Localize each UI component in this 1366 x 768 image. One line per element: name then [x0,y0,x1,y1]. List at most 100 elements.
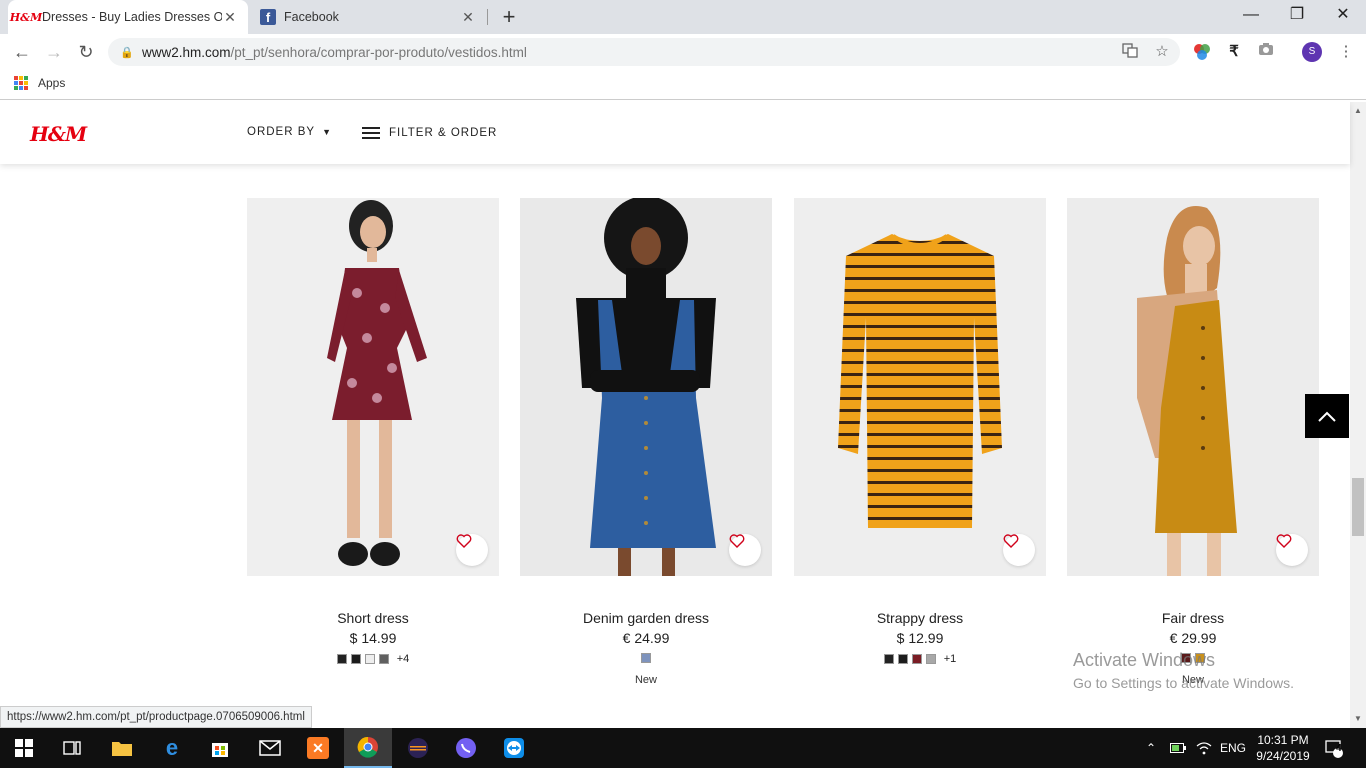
tab-hm-dresses[interactable]: H&M Dresses - Buy Ladies Dresses Onl ✕ [8,0,248,34]
chrome-icon [357,736,378,758]
back-to-top-button[interactable] [1305,394,1349,438]
color-swatch[interactable] [925,654,936,664]
tab-facebook[interactable]: f Facebook ✕ [250,0,486,34]
close-tab-icon[interactable]: ✕ [460,9,476,26]
scrollbar-thumb[interactable] [1352,478,1364,536]
clock-time: 10:31 PM [1257,733,1309,747]
filter-sliders-icon [362,126,380,140]
chrome-button[interactable] [344,728,392,768]
scroll-down-arrow-icon[interactable]: ▼ [1354,714,1362,723]
viber-button[interactable] [442,728,490,768]
page-viewport: H&M ORDER BY ▼ FILTER & ORDER Short dres… [0,102,1366,728]
lock-icon: 🔒 [120,46,134,59]
forward-button[interactable]: → [42,40,66,64]
store-bag-icon [212,743,228,757]
product-price: € 29.99 [1169,630,1217,646]
heart-icon [1003,534,1019,548]
eclipse-button[interactable] [394,728,442,768]
color-swatch[interactable] [336,654,347,664]
apps-grid-icon [14,76,28,90]
product-image[interactable] [794,198,1046,576]
clock-date: 9/24/2019 [1256,749,1310,763]
chevron-up-icon [1318,411,1336,422]
rupee-extension-icon[interactable]: ₹ [1224,42,1244,62]
color-extension-icon[interactable] [1192,42,1212,62]
close-window-button[interactable]: ✕ [1320,0,1366,30]
product-image[interactable] [520,198,772,576]
color-swatch[interactable] [897,654,908,664]
color-swatch[interactable] [350,654,361,664]
page-scrollbar[interactable]: ▲ ▼ [1350,102,1366,728]
tab-strip: H&M Dresses - Buy Ladies Dresses Onl ✕ f… [0,0,1366,34]
menu-kebab-icon[interactable]: ⋮ [1336,42,1356,62]
start-button[interactable] [0,728,48,768]
tab-title: Facebook [284,10,339,24]
product-price: $ 12.99 [896,630,944,646]
scroll-up-arrow-icon[interactable]: ▲ [1354,106,1362,115]
caret-down-icon: ▼ [322,127,332,137]
color-swatches: +4 [247,653,499,665]
product-image[interactable] [247,198,499,576]
profile-avatar[interactable]: S [1302,42,1322,62]
translate-icon[interactable] [1120,42,1140,62]
favourite-heart-button[interactable] [456,534,488,566]
close-tab-icon[interactable]: ✕ [222,9,238,26]
windows-logo-icon [15,739,33,757]
color-swatch[interactable] [911,654,922,664]
language-indicator[interactable]: ENG [1220,728,1246,768]
reload-button[interactable]: ↻ [74,40,98,64]
product-price: € 24.99 [622,630,670,646]
watermark-title: Activate Windows [1073,650,1216,670]
teamviewer-button[interactable] [490,728,538,768]
favourite-heart-button[interactable] [1276,534,1308,566]
bookmark-star-icon[interactable]: ☆ [1152,42,1172,62]
favourite-heart-button[interactable] [1003,534,1035,566]
camera-extension-icon[interactable] [1256,42,1276,62]
address-bar[interactable]: 🔒 www2.hm.com/pt_pt/senhora/comprar-por-… [108,38,1180,66]
back-button[interactable]: ← [10,40,34,64]
bookmarks-bar: Apps [0,70,1366,100]
product-image[interactable] [1067,198,1319,576]
file-explorer-button[interactable] [98,728,146,768]
xampp-button[interactable]: ✕ [294,728,342,768]
viber-icon [456,738,476,758]
wifi-icon[interactable] [1196,728,1212,768]
order-by-dropdown[interactable]: ORDER BY ▼ [247,126,332,138]
color-swatches: +1 [794,653,1046,665]
url-host: www2.hm.com [142,44,231,60]
show-hidden-icons-button[interactable]: ⌃ [1146,728,1156,768]
product-name[interactable]: Denim garden dress [520,610,772,626]
favourite-heart-button[interactable] [729,534,761,566]
apps-shortcut[interactable]: Apps [14,76,65,90]
color-swatch[interactable] [641,653,651,663]
minimize-button[interactable]: — [1228,0,1274,30]
site-header: H&M ORDER BY ▼ FILTER & ORDER [0,102,1350,164]
xampp-icon: ✕ [307,737,329,759]
product-card[interactable]: Denim garden dress € 24.99 New [520,198,772,686]
product-card[interactable]: Strappy dress $ 12.99 +1 [794,198,1046,665]
product-card[interactable]: Fair dress € 29.99 New [1067,198,1319,686]
edge-icon: e [165,735,179,760]
product-name[interactable]: Fair dress [1067,610,1319,626]
notification-count: 4 [1336,743,1342,754]
product-name[interactable]: Short dress [247,610,499,626]
product-card[interactable]: Short dress $ 14.99 +4 [247,198,499,665]
store-button[interactable] [196,728,244,768]
new-tab-button[interactable]: + [496,4,522,30]
color-swatch[interactable] [364,654,375,664]
task-view-button[interactable] [48,728,96,768]
system-clock[interactable]: 10:31 PM 9/24/2019 [1248,732,1318,764]
color-swatch[interactable] [883,654,894,664]
action-center-button[interactable]: 4 [1324,728,1344,768]
restore-button[interactable]: ❐ [1274,0,1320,30]
battery-icon[interactable] [1170,728,1186,768]
filter-label: FILTER & ORDER [389,127,498,139]
filter-order-button[interactable]: FILTER & ORDER [362,126,497,140]
product-name[interactable]: Strappy dress [794,610,1046,626]
color-swatch[interactable] [378,654,389,664]
new-badge: New [634,674,657,686]
edge-browser-button[interactable]: e [148,728,196,768]
heart-icon [1276,534,1292,548]
hm-logo[interactable]: H&M [30,122,87,146]
mail-button[interactable] [246,728,294,768]
